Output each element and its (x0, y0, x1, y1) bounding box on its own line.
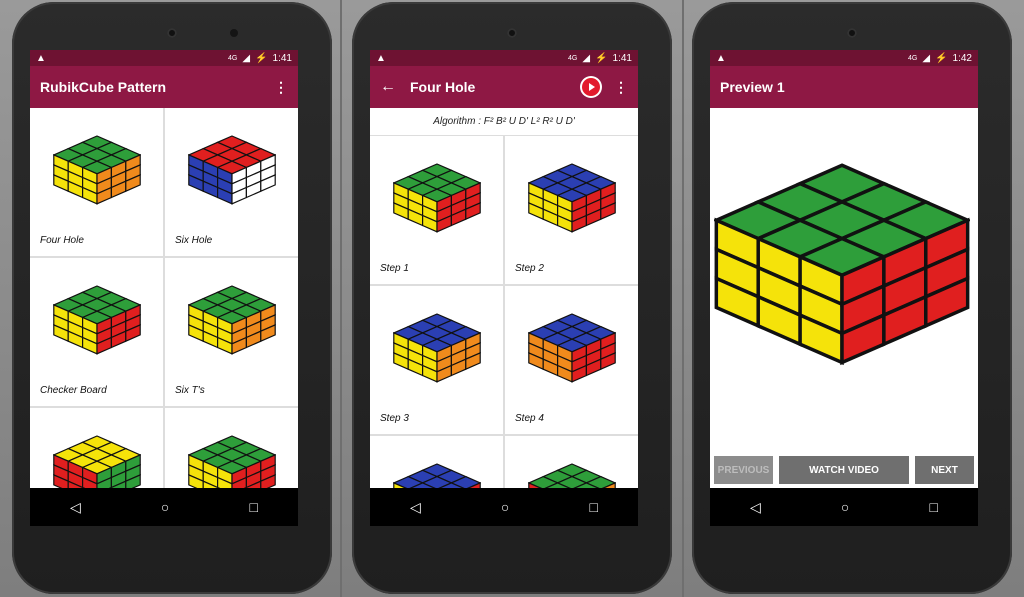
screen-pattern-list: ▲ 4G ◢ ⚡ 1:41 RubikCube Pattern ⋮ Four H… (30, 50, 298, 526)
cube-preview-image (714, 163, 970, 366)
pattern-label: Six Hole (175, 235, 213, 246)
overflow-menu-icon[interactable]: ⋮ (274, 79, 288, 96)
screen-preview: ▲ 4G ◢ ⚡ 1:42 Preview 1 PREVIOUS WATCH V… (710, 50, 978, 526)
status-bar: ▲ 4G ◢ ⚡ 1:41 (370, 50, 638, 66)
cube-image (187, 285, 276, 355)
signal-label: 4G (568, 54, 578, 62)
signal-icon: ◢ (922, 52, 931, 64)
pattern-label: Checker Board (40, 385, 107, 396)
pattern-label: Four Hole (40, 235, 84, 246)
home-icon[interactable]: ○ (161, 499, 169, 515)
screen-pattern-steps: ▲ 4G ◢ ⚡ 1:41 ← Four Hole ⋮ Algorithm : … (370, 50, 638, 526)
battery-icon: ⚡ (595, 52, 608, 64)
cube-image (527, 313, 616, 383)
recents-icon[interactable]: □ (929, 499, 937, 515)
nav-bar: ◁ ○ □ (370, 488, 638, 526)
pattern-item[interactable]: Checker Board (30, 258, 163, 406)
screen-title: Preview 1 (720, 79, 785, 95)
app-bar: ← Four Hole ⋮ (370, 66, 638, 108)
recents-icon[interactable]: □ (589, 499, 597, 515)
signal-icon: ◢ (242, 52, 251, 64)
signal-icon: ◢ (582, 52, 591, 64)
warning-icon: ▲ (36, 52, 46, 64)
front-camera (847, 28, 857, 38)
signal-label: 4G (908, 54, 918, 62)
battery-icon: ⚡ (935, 52, 948, 64)
cube-image (187, 135, 276, 205)
pattern-item[interactable]: Six Hole (165, 108, 298, 256)
cube-image (392, 163, 481, 233)
back-icon[interactable]: ◁ (70, 499, 81, 516)
step-label: Step 2 (515, 263, 544, 274)
warning-icon: ▲ (376, 52, 386, 64)
previous-button[interactable]: PREVIOUS (714, 456, 774, 484)
battery-icon: ⚡ (255, 52, 268, 64)
next-button[interactable]: NEXT (914, 456, 974, 484)
steps-grid: Step 1 Step 2 Step 3 Step 4 (370, 136, 638, 526)
front-camera (167, 28, 177, 38)
nav-bar: ◁ ○ □ (30, 488, 298, 526)
step-item[interactable]: Step 1 (370, 136, 503, 284)
home-icon[interactable]: ○ (501, 499, 509, 515)
app-bar: RubikCube Pattern ⋮ (30, 66, 298, 108)
algorithm-text: Algorithm : F² B² U D' L² R² U D' (370, 108, 638, 136)
phone-frame: ▲ 4G ◢ ⚡ 1:41 RubikCube Pattern ⋮ Four H… (12, 2, 332, 594)
preview-area (710, 108, 978, 508)
step-item[interactable]: Step 3 (370, 286, 503, 434)
clock: 1:41 (272, 52, 292, 64)
youtube-icon[interactable] (582, 78, 600, 96)
cube-image (392, 313, 481, 383)
front-camera (507, 28, 517, 38)
pattern-item[interactable]: Six T's (165, 258, 298, 406)
step-label: Step 3 (380, 413, 409, 424)
home-icon[interactable]: ○ (841, 499, 849, 515)
back-arrow-icon[interactable]: ← (380, 78, 396, 96)
step-label: Step 1 (380, 263, 409, 274)
back-icon[interactable]: ◁ (750, 499, 761, 516)
back-icon[interactable]: ◁ (410, 499, 421, 516)
pattern-item[interactable]: Four Hole (30, 108, 163, 256)
warning-icon: ▲ (716, 52, 726, 64)
watch-video-button[interactable]: WATCH VIDEO (779, 456, 909, 484)
status-bar: ▲ 4G ◢ ⚡ 1:42 (710, 50, 978, 66)
sensor (230, 29, 238, 37)
cube-image (527, 163, 616, 233)
clock: 1:41 (612, 52, 632, 64)
app-title: RubikCube Pattern (40, 79, 167, 95)
button-row: PREVIOUS WATCH VIDEO NEXT (710, 452, 978, 488)
cube-image (52, 135, 141, 205)
signal-label: 4G (228, 54, 238, 62)
app-bar: Preview 1 (710, 66, 978, 108)
clock: 1:42 (952, 52, 972, 64)
pattern-grid: Four Hole Six Hole Checker Board Six T's (30, 108, 298, 526)
step-item[interactable]: Step 2 (505, 136, 638, 284)
step-item[interactable]: Step 4 (505, 286, 638, 434)
overflow-menu-icon[interactable]: ⋮ (614, 79, 628, 96)
divider (682, 0, 684, 597)
screen-title: Four Hole (410, 79, 476, 95)
phone-frame: ▲ 4G ◢ ⚡ 1:42 Preview 1 PREVIOUS WATCH V… (692, 2, 1012, 594)
step-label: Step 4 (515, 413, 544, 424)
nav-bar: ◁ ○ □ (710, 488, 978, 526)
phone-frame: ▲ 4G ◢ ⚡ 1:41 ← Four Hole ⋮ Algorithm : … (352, 2, 672, 594)
status-bar: ▲ 4G ◢ ⚡ 1:41 (30, 50, 298, 66)
cube-image (52, 285, 141, 355)
divider (340, 0, 342, 597)
recents-icon[interactable]: □ (249, 499, 257, 515)
stage: ▲ 4G ◢ ⚡ 1:41 RubikCube Pattern ⋮ Four H… (0, 0, 1024, 597)
pattern-label: Six T's (175, 385, 205, 396)
